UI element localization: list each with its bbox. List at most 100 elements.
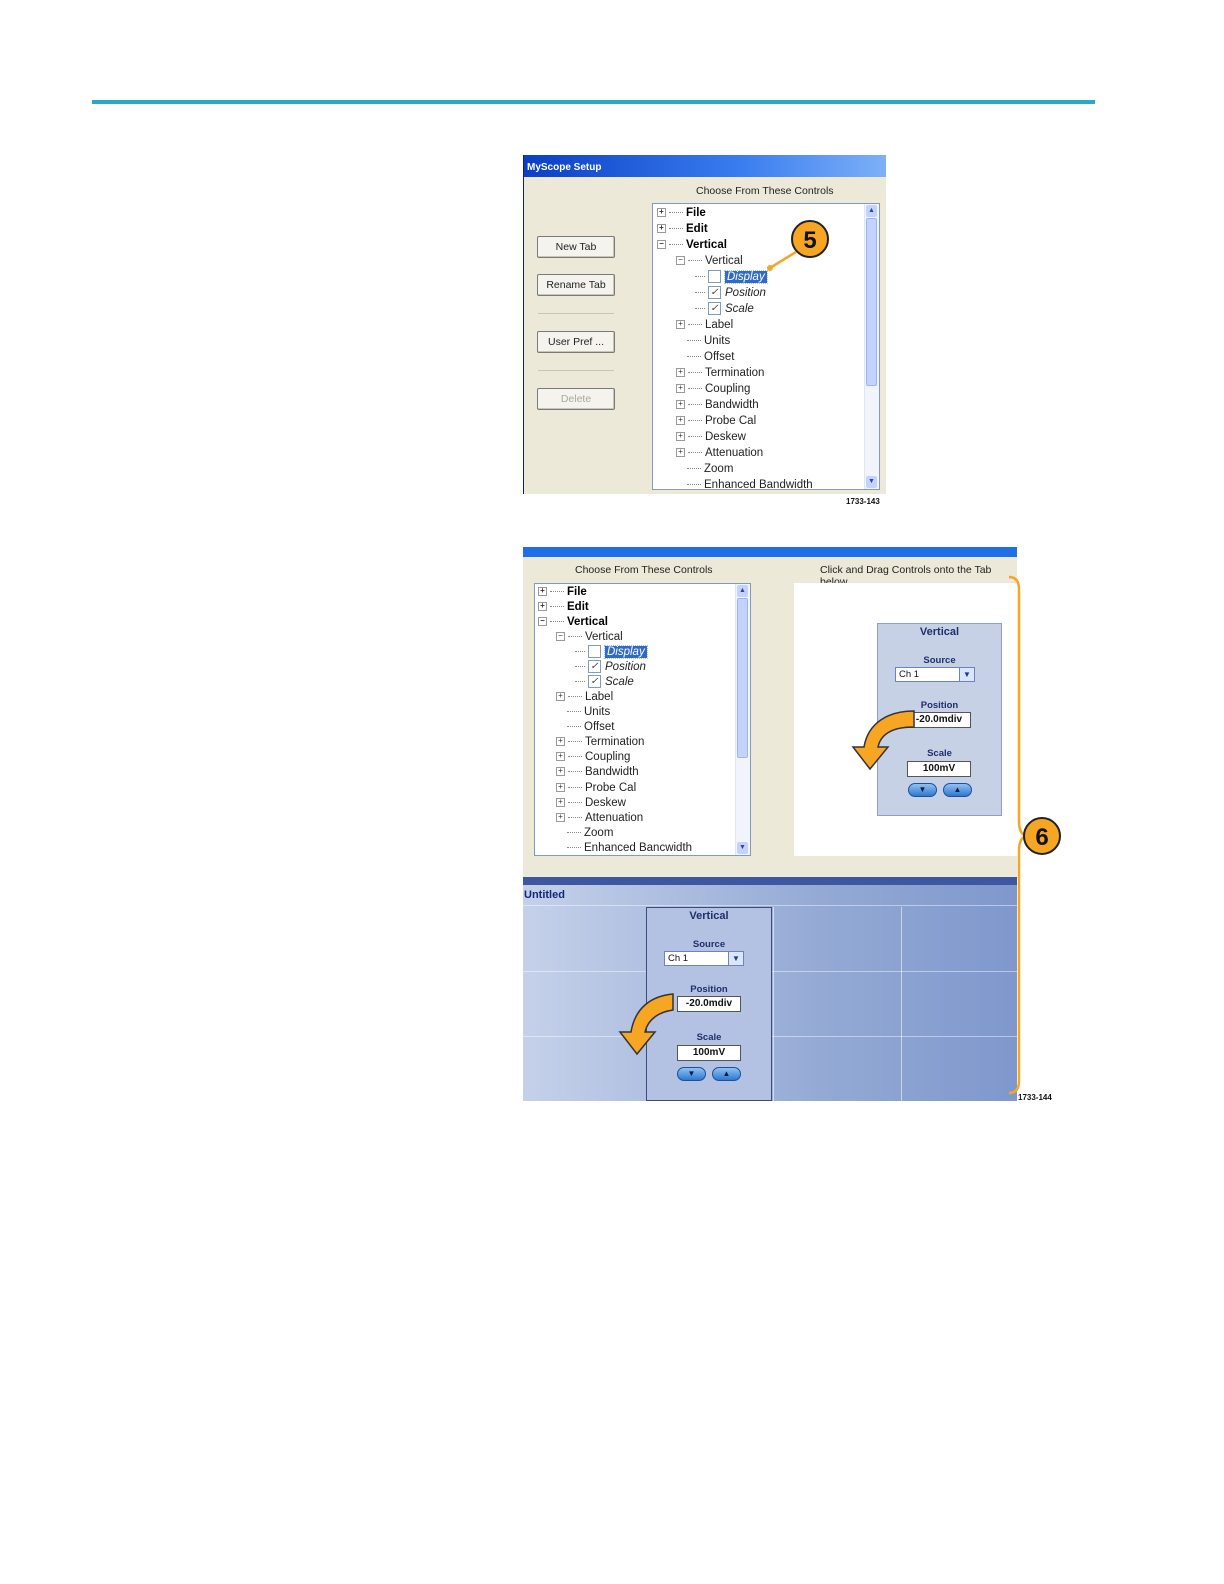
grid-line: [901, 907, 902, 1101]
tree-item-display[interactable]: Display: [575, 645, 648, 660]
tree-item-scale[interactable]: ✓ Scale: [575, 675, 634, 690]
scroll-thumb[interactable]: [737, 598, 748, 758]
expand-icon[interactable]: +: [556, 737, 565, 747]
tree-item-file[interactable]: + File: [657, 206, 706, 221]
scroll-down-icon[interactable]: ▼: [737, 842, 748, 854]
panel-title: Vertical: [919, 626, 960, 638]
tree-item-deskew[interactable]: + Deskew: [556, 796, 626, 811]
tree-scrollbar[interactable]: ▲ ▼: [735, 584, 750, 855]
tree-item-position[interactable]: ✓ Position: [695, 286, 766, 301]
dropdown-arrow-icon[interactable]: ▼: [959, 668, 974, 681]
tree-item-position[interactable]: ✓ Position: [575, 660, 646, 675]
tree-item-label[interactable]: + Label: [676, 318, 733, 333]
expand-icon[interactable]: +: [556, 813, 565, 823]
myscope-setup-dialog: MyScope Setup Choose From These Controls…: [523, 155, 886, 494]
scale-up-button[interactable]: ▲: [712, 1067, 741, 1081]
collapse-icon[interactable]: −: [556, 632, 565, 642]
tree-item-deskew[interactable]: + Deskew: [676, 430, 746, 445]
delete-button[interactable]: Delete: [537, 388, 615, 410]
checkbox-unchecked-icon[interactable]: [708, 270, 721, 284]
scale-down-button[interactable]: ▼: [908, 783, 937, 797]
tree-item-vertical-group[interactable]: − Vertical: [538, 615, 608, 630]
checkbox-checked-icon[interactable]: ✓: [708, 286, 721, 300]
callout-step-5: 5: [791, 220, 829, 258]
scale-down-button[interactable]: ▼: [677, 1067, 706, 1081]
source-label: Source: [692, 939, 726, 950]
tree-item-display[interactable]: Display: [695, 270, 768, 285]
tree-item-coupling[interactable]: + Coupling: [676, 382, 750, 397]
tab-title: Untitled: [524, 889, 565, 901]
new-tab-button[interactable]: New Tab: [537, 236, 615, 258]
tree-item-vertical[interactable]: − Vertical: [676, 254, 743, 269]
checkbox-checked-icon[interactable]: ✓: [588, 675, 601, 689]
tree-item-edit[interactable]: + Edit: [538, 600, 589, 615]
scroll-down-icon[interactable]: ▼: [866, 476, 877, 488]
tree-item-offset[interactable]: Offset: [567, 720, 614, 735]
tree-item-enhanced-bandwidth[interactable]: Enhanced Bancwidth: [567, 841, 692, 855]
source-dropdown[interactable]: Ch 1 ▼: [895, 667, 975, 682]
expand-icon[interactable]: +: [556, 798, 565, 808]
tree-item-label[interactable]: + Label: [556, 690, 613, 705]
scale-up-button[interactable]: ▲: [943, 783, 972, 797]
tree-item-file[interactable]: + File: [538, 585, 587, 600]
tree-item-enhanced-bandwidth[interactable]: Enhanced Bandwidth: [687, 478, 813, 489]
drag-arrow-icon: [618, 993, 674, 1056]
tree-item-vertical-group[interactable]: − Vertical: [657, 238, 727, 253]
scroll-up-icon[interactable]: ▲: [866, 205, 877, 217]
checkbox-checked-icon[interactable]: ✓: [708, 302, 721, 316]
checkbox-checked-icon[interactable]: ✓: [588, 660, 601, 674]
expand-icon[interactable]: +: [676, 384, 685, 394]
checkbox-unchecked-icon[interactable]: [588, 645, 601, 659]
collapse-icon[interactable]: −: [538, 617, 547, 627]
scroll-up-icon[interactable]: ▲: [737, 585, 748, 597]
user-pref-button[interactable]: User Pref ...: [537, 331, 615, 353]
expand-icon[interactable]: +: [556, 752, 565, 762]
tree-item-edit[interactable]: + Edit: [657, 222, 708, 237]
tree-item-termination[interactable]: + Termination: [556, 735, 644, 750]
dropdown-arrow-icon[interactable]: ▼: [728, 952, 743, 965]
expand-icon[interactable]: +: [556, 767, 565, 777]
expand-icon[interactable]: +: [556, 692, 565, 702]
dialog-title: MyScope Setup: [524, 155, 886, 177]
tree-item-zoom[interactable]: Zoom: [687, 462, 733, 477]
tree-item-offset[interactable]: Offset: [687, 350, 734, 365]
tree-item-units[interactable]: Units: [687, 334, 730, 349]
expand-icon[interactable]: +: [676, 416, 685, 426]
tree-item-coupling[interactable]: + Coupling: [556, 750, 630, 765]
expand-icon[interactable]: +: [657, 208, 666, 218]
source-dropdown[interactable]: Ch 1 ▼: [664, 951, 744, 966]
expand-icon[interactable]: +: [676, 320, 685, 330]
expand-icon[interactable]: +: [676, 432, 685, 442]
collapse-icon[interactable]: −: [676, 256, 685, 266]
tree-scrollbar[interactable]: ▲ ▼: [864, 204, 879, 489]
expand-icon[interactable]: +: [657, 224, 666, 234]
rename-tab-button[interactable]: Rename Tab: [537, 274, 615, 296]
expand-icon[interactable]: +: [538, 602, 547, 612]
collapse-icon[interactable]: −: [657, 240, 666, 250]
grid-line: [773, 907, 774, 1101]
tree-item-probe-cal[interactable]: + Probe Cal: [556, 781, 636, 796]
divider: [538, 313, 614, 314]
tree-item-bandwidth[interactable]: + Bandwidth: [556, 765, 639, 780]
tree-item-vertical[interactable]: − Vertical: [556, 630, 623, 645]
scroll-thumb[interactable]: [866, 218, 877, 386]
controls-tree[interactable]: + File + Edit − Vertical − Vertical Display …: [652, 203, 880, 490]
expand-icon[interactable]: +: [556, 783, 565, 793]
tree-item-units[interactable]: Units: [567, 705, 610, 720]
source-label: Source: [923, 655, 956, 666]
expand-icon[interactable]: +: [676, 368, 685, 378]
tree-item-probe-cal[interactable]: + Probe Cal: [676, 414, 756, 429]
tree-item-termination[interactable]: + Termination: [676, 366, 764, 381]
tree-item-bandwidth[interactable]: + Bandwidth: [676, 398, 759, 413]
expand-icon[interactable]: +: [538, 587, 547, 597]
tab-area[interactable]: Untitled Vertical Source Ch 1 ▼ Position …: [523, 877, 1017, 1101]
tree-item-attenuation[interactable]: + Attenuation: [556, 811, 643, 826]
expand-icon[interactable]: +: [676, 400, 685, 410]
tree-item-zoom[interactable]: Zoom: [567, 826, 613, 841]
controls-tree[interactable]: + File + Edit − Vertical − Vertical Display …: [534, 583, 751, 856]
expand-icon[interactable]: +: [676, 448, 685, 458]
tree-item-attenuation[interactable]: + Attenuation: [676, 446, 763, 461]
panel-title: Vertical: [689, 910, 729, 922]
divider: [538, 370, 614, 371]
tree-item-scale[interactable]: ✓ Scale: [695, 302, 754, 317]
